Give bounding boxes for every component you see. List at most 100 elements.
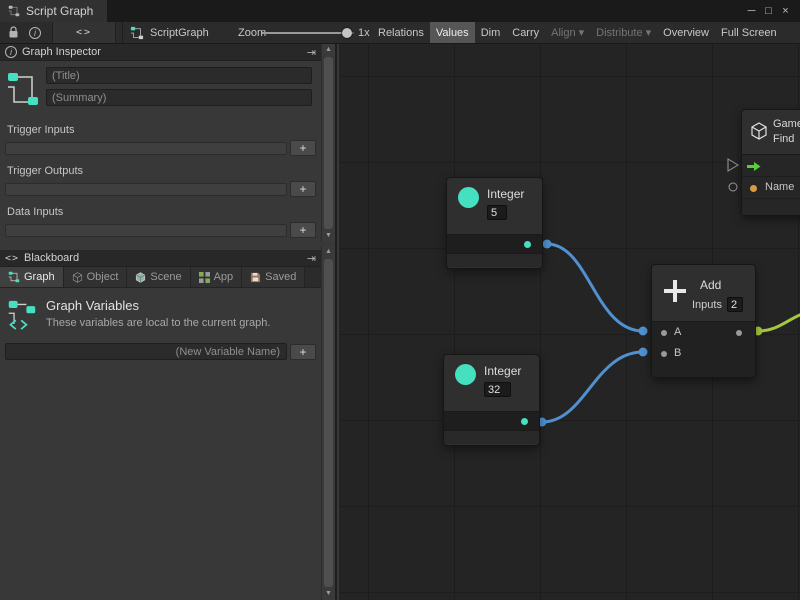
blackboard-title: Blackboard: [24, 252, 79, 264]
data-inputs-list: +: [5, 222, 316, 238]
toolbar-buttons: Relations Values Dim Carry Align▾ Distri…: [372, 22, 800, 43]
node-integer-32[interactable]: Integer: [444, 355, 539, 445]
add-data-input-button[interactable]: +: [290, 222, 316, 238]
relations-button[interactable]: Relations: [372, 22, 430, 43]
app-grid-icon: [199, 272, 210, 283]
trigger-inputs-label: Trigger Inputs: [7, 124, 321, 136]
graph-inspector-header: i Graph Inspector ⇥: [0, 44, 321, 61]
trigger-outputs-label: Trigger Outputs: [7, 165, 321, 177]
port-label-name: Name: [765, 181, 794, 193]
flow-port-row: [742, 155, 800, 177]
integer-value-input[interactable]: [484, 382, 511, 397]
align-button[interactable]: Align▾: [545, 22, 590, 43]
window-tab-script-graph[interactable]: Script Graph: [0, 0, 107, 22]
code-view-button[interactable]: <>: [52, 22, 116, 43]
blackboard-scrollbar[interactable]: ▲ ▼: [321, 246, 335, 600]
tab-graph[interactable]: Graph: [0, 267, 64, 287]
values-button[interactable]: Values: [430, 22, 475, 43]
data-input-port-unconnected[interactable]: [729, 183, 737, 191]
side-panel: i Graph Inspector ⇥ Trigger Inputs + Tri…: [0, 44, 337, 600]
close-button[interactable]: ×: [777, 5, 794, 17]
tab-object[interactable]: Object: [64, 267, 128, 287]
chevron-down-icon: ▾: [646, 26, 652, 39]
overview-button[interactable]: Overview: [657, 22, 715, 43]
graph-variables-icon: [6, 69, 40, 114]
graph-summary-input[interactable]: [46, 89, 312, 106]
wire-integer5-to-add-a[interactable]: [547, 244, 643, 331]
graph-meta-fields: [0, 65, 321, 115]
graph-variables-section: Graph Variables These variables are loca…: [0, 288, 321, 339]
string-port-dot[interactable]: [750, 185, 757, 192]
output-port-integer5[interactable]: [543, 240, 552, 249]
node-title: Add: [700, 278, 721, 292]
zoom-slider[interactable]: [262, 22, 354, 43]
minimize-button[interactable]: ─: [743, 5, 760, 17]
inspector-toggle-button[interactable]: i: [26, 22, 44, 43]
zoom-value: 1x: [358, 22, 370, 43]
node-port-area: Name: [742, 154, 800, 215]
trigger-inputs-list: +: [5, 140, 316, 156]
integer-output-dot[interactable]: [524, 241, 531, 248]
info-icon: i: [5, 46, 17, 58]
carry-button[interactable]: Carry: [506, 22, 545, 43]
scroll-up-icon[interactable]: ▲: [322, 44, 335, 56]
gameobject-cube-icon: [750, 122, 768, 143]
graph-breadcrumb[interactable]: ScriptGraph: [130, 22, 209, 43]
lock-button[interactable]: [4, 22, 22, 43]
tab-app[interactable]: App: [191, 267, 243, 287]
dock-icon[interactable]: ⇥: [307, 46, 316, 59]
scrollbar-thumb[interactable]: [324, 259, 333, 587]
graph-title-input[interactable]: [46, 67, 312, 84]
lock-icon: [8, 26, 19, 39]
integer-value-input[interactable]: [487, 205, 507, 220]
scroll-down-icon[interactable]: ▼: [322, 230, 335, 242]
inputs-count-input[interactable]: [727, 297, 743, 312]
scrollbar-thumb[interactable]: [324, 57, 333, 229]
blackboard-tabs: Graph Object Scene App Saved: [0, 267, 321, 288]
flow-arrow-icon[interactable]: [747, 161, 761, 175]
scroll-down-icon[interactable]: ▼: [322, 588, 335, 600]
maximize-button[interactable]: □: [760, 5, 777, 17]
graph-canvas[interactable]: Integer Integer Add: [339, 44, 800, 600]
node-title-block: GameObject Find: [773, 117, 800, 147]
zoom-slider-handle[interactable]: [342, 28, 352, 38]
node-add[interactable]: Add Inputs A B: [652, 265, 755, 377]
flow-input-port-unconnected[interactable]: [728, 159, 738, 171]
script-graph-icon: [8, 5, 20, 17]
tab-scene[interactable]: Scene: [127, 267, 190, 287]
full-screen-button[interactable]: Full Screen: [715, 22, 783, 43]
integer-output-dot[interactable]: [521, 418, 528, 425]
input-port-dot[interactable]: [661, 330, 667, 336]
node-header: GameObject Find: [742, 110, 800, 154]
port-row-a: A: [652, 322, 755, 343]
add-variable-button[interactable]: +: [290, 344, 316, 360]
wire-add-output[interactable]: [758, 314, 800, 331]
scroll-up-icon[interactable]: ▲: [322, 246, 335, 258]
graph-asset-icon: [130, 26, 144, 40]
node-footer: [742, 199, 800, 215]
input-port-add-b[interactable]: [639, 348, 648, 357]
add-trigger-input-button[interactable]: +: [290, 140, 316, 156]
dock-icon[interactable]: ⇥: [307, 252, 316, 265]
chevron-down-icon: ▾: [579, 26, 585, 39]
tab-saved[interactable]: Saved: [242, 267, 305, 287]
dim-button[interactable]: Dim: [475, 22, 507, 43]
node-gameobject-find[interactable]: GameObject Find Name: [742, 110, 800, 215]
input-port-add-a[interactable]: [639, 327, 648, 336]
node-port-row: [447, 234, 542, 253]
window-tab-label: Script Graph: [26, 4, 93, 18]
new-variable-row: +: [5, 343, 316, 360]
new-variable-name-input[interactable]: [5, 343, 287, 360]
input-port-dot[interactable]: [661, 351, 667, 357]
cube-icon: [72, 272, 83, 283]
distribute-button[interactable]: Distribute▾: [590, 22, 657, 43]
add-trigger-output-button[interactable]: +: [290, 181, 316, 197]
toolbar: i <> ScriptGraph Zoom 1x Relations Value…: [0, 22, 800, 44]
inspector-scrollbar[interactable]: ▲ ▼: [321, 44, 335, 242]
wire-integer32-to-add-b[interactable]: [542, 352, 643, 422]
name-port-row: Name: [742, 177, 800, 199]
node-integer-5[interactable]: Integer: [447, 178, 542, 268]
output-port-dot[interactable]: [736, 330, 742, 336]
zoom-slider-track[interactable]: [262, 32, 354, 34]
node-footer: [447, 253, 542, 267]
